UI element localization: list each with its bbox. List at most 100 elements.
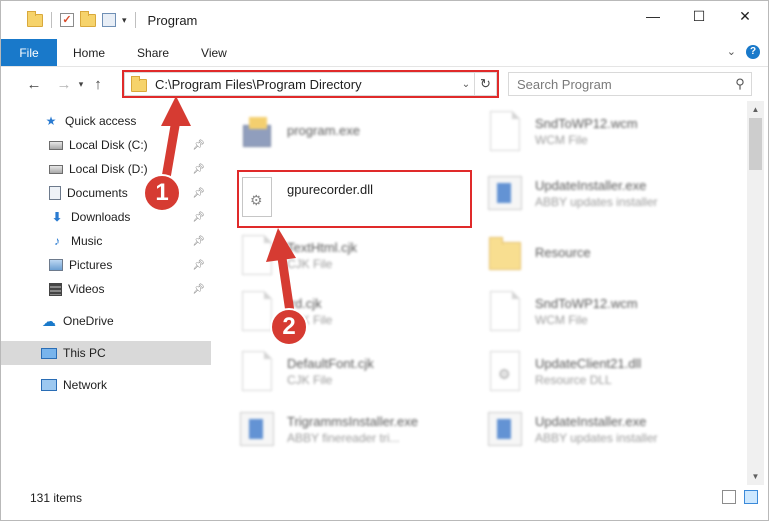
pin-icon[interactable]: 📌︎ <box>192 236 205 247</box>
pin-icon[interactable]: 📌︎ <box>192 284 205 295</box>
file-type: CJK File <box>287 256 333 271</box>
details-view-icon[interactable] <box>722 490 736 504</box>
maximize-button[interactable]: ☐ <box>676 1 722 31</box>
help-icon[interactable]: ? <box>746 45 760 59</box>
file-name: TextHtml.cjk <box>287 239 358 255</box>
sidebar-item-quick-access[interactable]: ★ Quick access <box>1 109 211 133</box>
scroll-up-icon[interactable]: ▲ <box>747 101 764 118</box>
document-icon <box>242 351 272 391</box>
file-name: Resource <box>535 244 591 260</box>
dll-gear-icon: ⚙ <box>242 177 272 217</box>
dll-gear-icon: ⚙ <box>490 351 520 391</box>
pin-icon[interactable]: 📌︎ <box>192 164 205 175</box>
search-input[interactable] <box>517 74 729 94</box>
up-arrow-icon[interactable]: ↑ <box>87 73 109 95</box>
chevron-down-icon[interactable]: ⌄ <box>458 79 474 90</box>
file-item-gpurecorder-dll[interactable]: ⚙ gpurecorder.dll <box>213 171 453 223</box>
file-item[interactable]: SndToWP12.wcm WCM File <box>461 105 701 157</box>
file-name: UpdateInstaller.exe <box>535 177 647 193</box>
file-name: DefaultFont.cjk <box>287 355 374 371</box>
folder-icon <box>489 237 521 270</box>
file-explorer-window: ✓ ▾ Program — ☐ ✕ File Home Share View ⌄… <box>0 0 769 521</box>
pin-icon[interactable]: 📌︎ <box>192 212 205 223</box>
ribbon-tabs: File Home Share View ⌄ ? <box>1 39 768 67</box>
close-button[interactable]: ✕ <box>722 1 768 31</box>
installer-icon <box>488 412 522 446</box>
sidebar-item-label: Quick access <box>65 114 137 128</box>
properties-check-icon[interactable]: ✓ <box>60 13 74 27</box>
back-arrow-icon[interactable]: ← <box>23 73 45 95</box>
file-item[interactable]: ⚙ UpdateClient21.dll Resource DLL <box>461 345 701 397</box>
address-bar[interactable]: C:\Program Files\Program Directory ⌄ ↻ <box>124 72 497 96</box>
search-box[interactable]: ⚲ <box>508 72 752 96</box>
star-icon: ★ <box>45 114 57 128</box>
search-icon[interactable]: ⚲ <box>729 76 751 92</box>
sidebar-item-pictures[interactable]: Pictures 📌︎ <box>1 253 211 277</box>
new-folder-icon[interactable] <box>80 10 96 27</box>
sidebar-item-network[interactable]: Network <box>1 373 211 397</box>
item-count: 131 items <box>30 491 83 505</box>
sidebar-item-label: Local Disk (D:) <box>69 162 148 176</box>
vertical-scrollbar[interactable]: ▲ ▼ <box>747 101 764 485</box>
quick-access-toolbar: ✓ ▾ <box>27 1 138 39</box>
scroll-thumb[interactable] <box>749 118 762 170</box>
folder-icon <box>27 10 43 27</box>
file-item[interactable]: TrigrammsInstaller.exe ABBY finereader t… <box>213 403 453 455</box>
file-name: program.exe <box>287 122 360 138</box>
file-type: ABBY updates installer <box>535 430 658 445</box>
window-title: Program <box>147 12 198 28</box>
sidebar-item-videos[interactable]: Videos 📌︎ <box>1 277 211 301</box>
expand-ribbon-icon[interactable]: ⌄ <box>727 45 736 59</box>
sidebar-item-label: Videos <box>68 282 105 296</box>
sidebar-item-local-disk-d[interactable]: Local Disk (D:) 📌︎ <box>1 157 211 181</box>
sidebar-item-documents[interactable]: Documents 📌︎ <box>1 181 211 205</box>
application-icon <box>241 115 273 147</box>
sidebar-item-music[interactable]: ♪ Music 📌︎ <box>1 229 211 253</box>
tab-share[interactable]: Share <box>121 39 185 66</box>
file-name: Ird.cjk <box>287 295 322 311</box>
customize-icon[interactable] <box>102 13 116 27</box>
navigation-bar: ← → ▾ ↑ C:\Program Files\Program Directo… <box>1 67 768 101</box>
file-item[interactable]: TextHtml.cjk CJK File <box>213 229 453 281</box>
download-icon: ⬇ <box>51 210 63 224</box>
refresh-icon[interactable]: ↻ <box>474 73 496 95</box>
sidebar-item-label: OneDrive <box>63 314 114 328</box>
sidebar-item-label: Local Disk (C:) <box>69 138 148 152</box>
file-item[interactable]: Resource <box>461 227 701 279</box>
address-path[interactable]: C:\Program Files\Program Directory <box>155 77 458 92</box>
file-type: Resource DLL <box>535 372 612 387</box>
sidebar-item-label: Network <box>63 378 108 392</box>
file-item[interactable]: UpdateInstaller.exe ABBY updates install… <box>461 167 701 219</box>
file-item[interactable]: UpdateInstaller.exe ABBY updates install… <box>461 403 701 455</box>
chevron-down-icon[interactable]: ▾ <box>122 15 127 26</box>
sidebar-item-local-disk-c[interactable]: Local Disk (C:) 📌︎ <box>1 133 211 157</box>
drive-icon <box>49 140 63 150</box>
recent-locations-icon[interactable]: ▾ <box>75 73 87 95</box>
file-item[interactable]: Ird.cjk CJK File <box>213 285 453 337</box>
sidebar-item-label: Downloads <box>71 210 131 224</box>
pin-icon[interactable]: 📌︎ <box>192 140 205 151</box>
pin-icon[interactable]: 📌︎ <box>192 188 205 199</box>
tab-file[interactable]: File <box>1 39 57 66</box>
sidebar-item-label: Music <box>71 234 103 248</box>
sidebar-item-downloads[interactable]: ⬇ Downloads 📌︎ <box>1 205 211 229</box>
tab-home[interactable]: Home <box>57 39 121 66</box>
tab-view[interactable]: View <box>185 39 243 66</box>
forward-arrow-icon[interactable]: → <box>53 73 75 95</box>
file-type: WCM File <box>535 132 588 147</box>
file-item[interactable]: program.exe <box>213 105 453 157</box>
tiles-view-icon[interactable] <box>744 490 758 504</box>
sidebar-item-onedrive[interactable]: ☁ OneDrive <box>1 309 211 333</box>
pin-icon[interactable]: 📌︎ <box>192 260 205 271</box>
sidebar-item-this-pc[interactable]: This PC <box>1 341 211 365</box>
toolbar-divider <box>51 12 52 28</box>
installer-icon <box>488 176 522 210</box>
file-item[interactable]: SndToWP12.wcm WCM File <box>461 285 701 337</box>
music-icon: ♪ <box>54 234 60 248</box>
sidebar-item-label: Documents <box>67 186 128 200</box>
minimize-button[interactable]: — <box>630 1 676 31</box>
file-item[interactable]: DefaultFont.cjk CJK File <box>213 345 453 397</box>
document-icon <box>242 235 272 275</box>
scroll-down-icon[interactable]: ▼ <box>747 468 764 485</box>
file-type: ABBY finereader tri... <box>287 430 400 445</box>
